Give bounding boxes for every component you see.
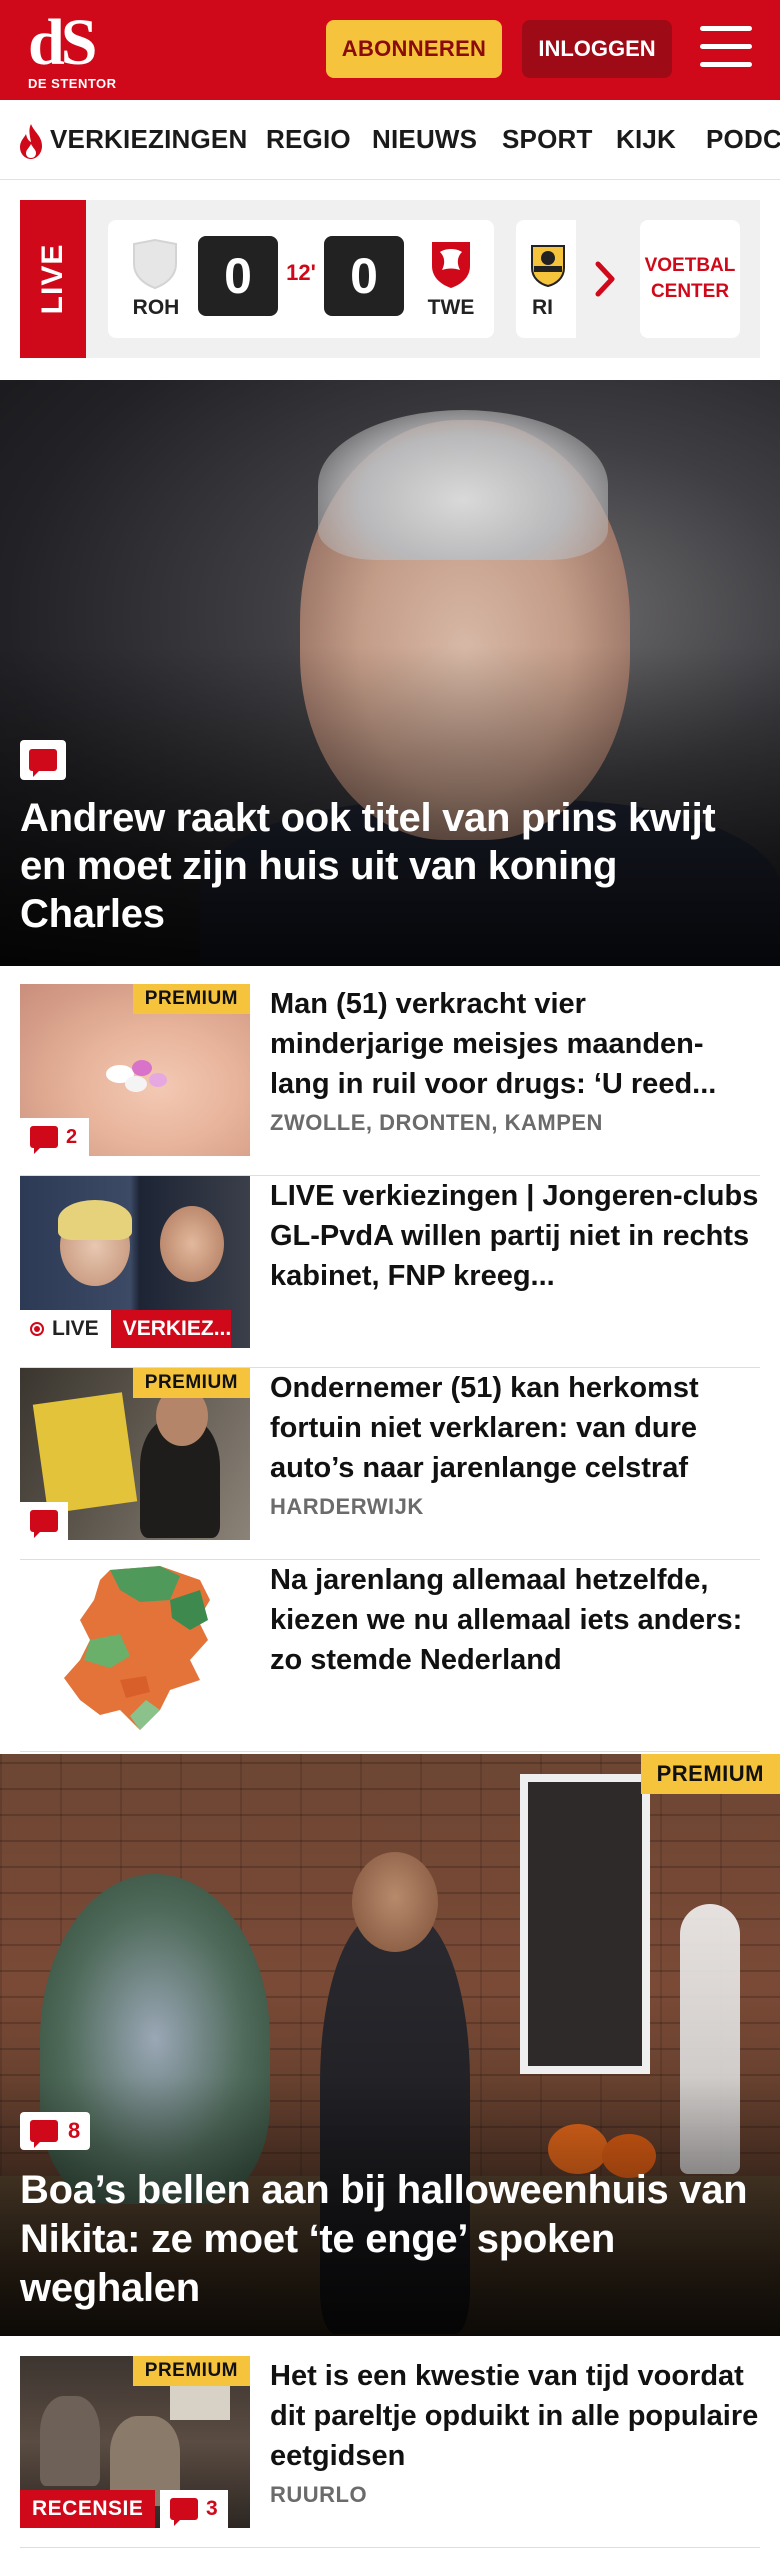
team-crest-icon (531, 245, 565, 288)
premium-badge: PREMIUM (640, 1754, 780, 1794)
nav-item-kijk[interactable]: KIJK (616, 124, 676, 155)
nav-item-sport[interactable]: SPORT (502, 124, 593, 155)
pills-image (106, 1060, 167, 1092)
comment-icon (170, 2498, 198, 2526)
netherlands-map-image (64, 1566, 210, 1730)
nav-item-regio[interactable]: REGIO (266, 124, 351, 155)
article-thumbnail: PREMIUM (20, 1368, 250, 1540)
login-button[interactable]: INLOGGEN (522, 20, 672, 78)
comment-icon (30, 2120, 58, 2148)
article-title[interactable]: Het is een kwestie van tijd voordat dit … (270, 2356, 760, 2476)
comment-count-badge: 8 (20, 2112, 91, 2150)
comment-icon (30, 1510, 58, 1538)
hamburger-menu-icon[interactable] (700, 26, 752, 72)
article-thumbnail: PREMIUM 2 (20, 984, 250, 1156)
flame-icon (20, 124, 42, 159)
next-team-code: RI (532, 296, 553, 319)
article-thumbnail (20, 1560, 250, 1732)
article-location: RUURLO (270, 2482, 368, 2507)
section-nav: VERKIEZINGEN REGIO NIEUWS SPORT KIJK POD… (0, 100, 780, 180)
voetbal-center-link[interactable]: VOETBAL CENTER (640, 220, 740, 338)
nav-item-nieuws[interactable]: NIEUWS (372, 124, 477, 155)
premium-badge: PREMIUM (132, 984, 250, 1014)
chevron-right-icon[interactable] (590, 256, 620, 302)
article-thumbnail: PREMIUM RECENSIE 3 (20, 2356, 250, 2528)
comment-count-badge: 3 (160, 2490, 228, 2528)
article-item[interactable]: Na jarenlang allemaal hetzelfde, kiezen … (20, 1560, 760, 1752)
logo-subtitle: DE STENTOR (28, 76, 117, 91)
away-team-code: TWE (427, 296, 475, 319)
article-item[interactable]: PREMIUM 2 Man (51) verkracht vier minder… (20, 984, 760, 1176)
featured-title[interactable]: Boa’s bellen aan bij halloweenhuis van N… (20, 2166, 760, 2313)
article-location: ZWOLLE, DRONTEN, KAMPEN (270, 1110, 603, 1135)
article-location: HARDERWIJK (270, 1494, 424, 1519)
section-badge: VERKIEZ... (110, 1310, 231, 1348)
comment-icon (30, 1126, 58, 1154)
article-item[interactable]: PREMIUM Ondernemer (51) kan herkomst for… (20, 1368, 760, 1560)
home-team-code: ROH (132, 296, 180, 319)
article-item[interactable]: LIVE VERKIEZ... LIVE verkiezingen | Jong… (20, 1176, 760, 1368)
subscribe-button[interactable]: ABONNEREN (326, 20, 502, 78)
home-team-crest-icon (133, 238, 177, 290)
live-badge: LIVE VERKIEZ... (20, 1310, 231, 1348)
article-title[interactable]: LIVE verkiezingen | Jongeren-clubs GL-Pv… (270, 1176, 760, 1296)
hero-title[interactable]: Andrew raakt ook titel van prins kwijt e… (20, 794, 760, 938)
next-match-card[interactable]: RI (516, 220, 576, 338)
match-card[interactable]: ROH 0 12' 0 TWE (108, 220, 494, 338)
article-item[interactable]: PREMIUM RECENSIE 3 Het is een kwestie va… (20, 2356, 760, 2548)
article-title[interactable]: Na jarenlang allemaal hetzelfde, kiezen … (270, 1560, 760, 1680)
premium-badge: PREMIUM (132, 2356, 250, 2386)
away-team-crest-icon (432, 242, 470, 288)
away-score: 0 (324, 236, 404, 316)
featured-article[interactable]: PREMIUM 8 Boa’s bellen aan bij halloween… (0, 1754, 780, 2336)
comment-count-badge: 2 (20, 1118, 90, 1156)
live-scores-strip: LIVE ROH 0 12' 0 TWE RI VOETBAL CENTER (20, 200, 760, 358)
article-title[interactable]: Ondernemer (51) kan herkomst fortuin nie… (270, 1368, 760, 1488)
article-thumbnail: LIVE VERKIEZ... (20, 1176, 250, 1348)
site-logo[interactable]: dS DE STENTOR (28, 6, 118, 92)
hero-article[interactable]: Andrew raakt ook titel van prins kwijt e… (0, 380, 780, 966)
home-score: 0 (198, 236, 278, 316)
review-badge: RECENSIE (20, 2490, 156, 2528)
comment-badge (20, 1502, 68, 1540)
match-minute: 12' (286, 260, 316, 285)
site-header: dS DE STENTOR ABONNEREN INLOGGEN (0, 0, 780, 100)
nav-item-podcasts[interactable]: PODC (706, 124, 780, 155)
nav-item-verkiezingen[interactable]: VERKIEZINGEN (50, 124, 247, 155)
premium-badge: PREMIUM (132, 1368, 250, 1398)
logo-mark: dS (28, 6, 97, 79)
live-label: LIVE (20, 200, 86, 358)
article-title[interactable]: Man (51) verkracht vier minderjarige mei… (270, 984, 760, 1104)
live-dot-icon (30, 1322, 44, 1336)
comment-icon (20, 740, 66, 780)
